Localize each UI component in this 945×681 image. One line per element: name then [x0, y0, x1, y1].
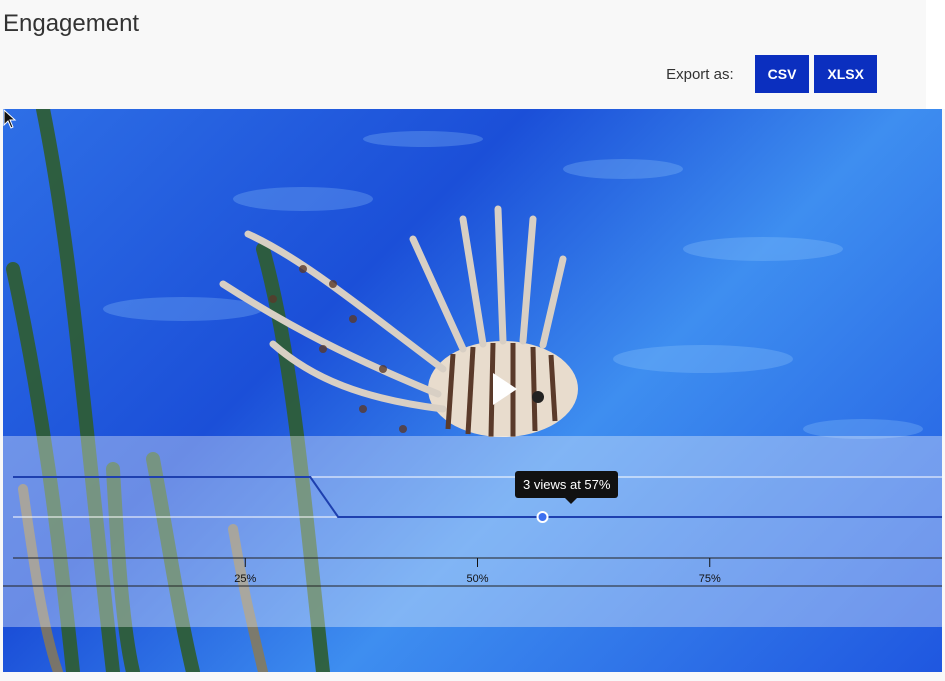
export-label: Export as: [666, 65, 734, 83]
hover-tooltip: 3 views at 57% [515, 471, 619, 504]
x-tick-label: 25% [234, 573, 256, 585]
right-gutter [926, 0, 945, 109]
hover-point[interactable] [536, 511, 549, 523]
engagement-chart: 25% 50% 75% [3, 436, 942, 627]
video-player[interactable]: 25% 50% 75% 3 views at 57% [3, 109, 942, 672]
x-tick-label: 50% [466, 573, 488, 585]
mouse-cursor-icon [3, 109, 17, 129]
export-xlsx-button[interactable]: XLSX [814, 55, 877, 93]
play-icon[interactable] [493, 373, 517, 405]
page-title: Engagement [3, 10, 140, 37]
x-tick-label: 75% [699, 573, 721, 585]
engagement-chart-svg: 25% 50% 75% [3, 476, 942, 587]
export-toolbar: Export as: CSV XLSX [666, 55, 877, 93]
export-csv-button[interactable]: CSV [754, 55, 810, 93]
engagement-line [13, 476, 942, 518]
